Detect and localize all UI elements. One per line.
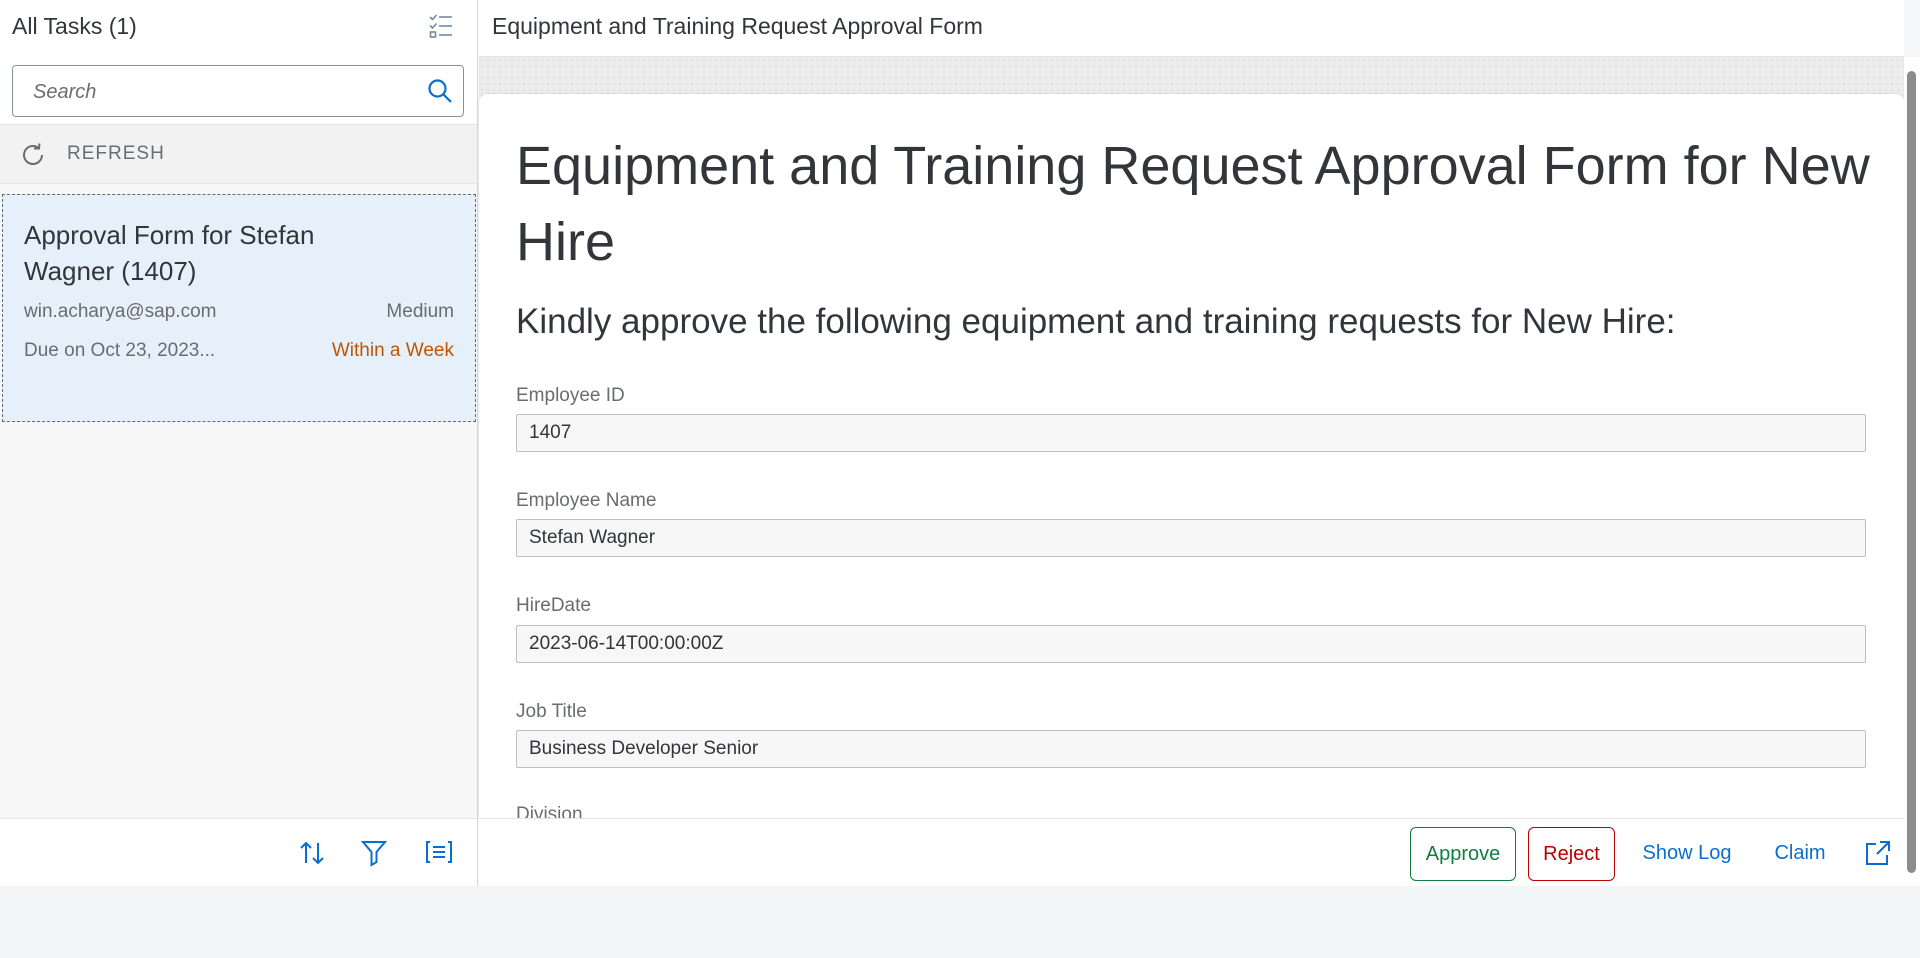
job-title-field[interactable]: Business Developer Senior xyxy=(516,730,1866,768)
employee-id-label: Employee ID xyxy=(516,385,625,406)
division-label: Division xyxy=(516,804,583,818)
multiselect-icon[interactable] xyxy=(428,13,454,39)
hire-date-label: HireDate xyxy=(516,595,591,616)
detail-title: Equipment and Training Request Approval … xyxy=(492,13,983,39)
refresh-button[interactable]: REFRESH xyxy=(0,124,477,184)
header-pattern xyxy=(479,57,1904,97)
search-input[interactable] xyxy=(31,77,415,107)
approve-button[interactable]: Approve xyxy=(1410,827,1516,881)
detail-footer-toolbar: Approve Reject Show Log Claim xyxy=(479,818,1904,887)
job-title-label: Job Title xyxy=(516,701,587,722)
refresh-label: REFRESH xyxy=(67,143,165,164)
claim-button[interactable]: Claim xyxy=(1757,827,1843,881)
task-title: Approval Form for Stefan Wagner (1407) xyxy=(24,220,315,286)
search-icon[interactable] xyxy=(427,78,453,104)
master-title: All Tasks (1) xyxy=(12,13,137,39)
task-list-item[interactable]: Approval Form for Stefan Wagner (1407) w… xyxy=(2,194,476,422)
task-created-by: win.acharya@sap.com xyxy=(24,301,217,322)
hire-date-field[interactable]: 2023-06-14T00:00:00Z xyxy=(516,625,1866,663)
form-intro-text: Kindly approve the following equipment a… xyxy=(516,302,1676,341)
reject-button[interactable]: Reject xyxy=(1528,827,1615,881)
master-header: All Tasks (1) xyxy=(0,0,477,52)
task-due-date: Due on Oct 23, 2023... xyxy=(24,340,216,361)
search-bar xyxy=(0,52,477,123)
sort-icon[interactable] xyxy=(298,839,326,867)
search-field xyxy=(12,65,464,117)
task-priority: Medium xyxy=(386,301,454,322)
show-log-button[interactable]: Show Log xyxy=(1629,827,1745,881)
form-card: Equipment and Training Request Approval … xyxy=(479,94,1904,818)
filter-icon[interactable] xyxy=(361,839,387,867)
employee-name-label: Employee Name xyxy=(516,490,657,511)
refresh-icon xyxy=(18,140,48,170)
task-due-status: Within a Week xyxy=(331,340,454,361)
group-icon[interactable] xyxy=(425,839,453,865)
employee-name-field[interactable]: Stefan Wagner xyxy=(516,519,1866,557)
master-footer-toolbar xyxy=(0,818,478,886)
form-heading: Equipment and Training Request Approval … xyxy=(516,136,1870,272)
share-icon[interactable] xyxy=(1864,839,1892,867)
employee-id-field[interactable]: 1407 xyxy=(516,414,1866,452)
scrollbar[interactable] xyxy=(1904,57,1920,886)
scrollbar-thumb[interactable] xyxy=(1907,71,1916,873)
master-panel: All Tasks (1) Search REFRESH Approval Fo… xyxy=(0,0,478,886)
detail-header: Equipment and Training Request Approval … xyxy=(479,0,1904,57)
bottom-band xyxy=(0,886,1920,958)
